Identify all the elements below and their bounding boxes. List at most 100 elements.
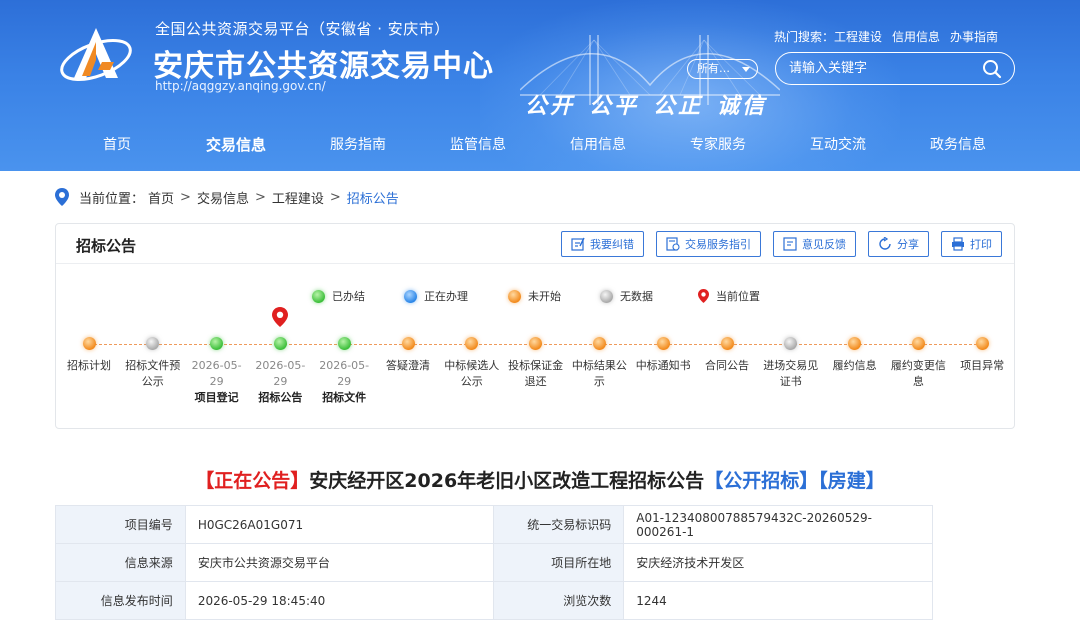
legend-processing: 正在办理 — [404, 288, 508, 304]
legend-done-label: 已办结 — [332, 290, 365, 303]
pending-dot-icon — [848, 337, 862, 350]
table-row: 信息发布时间 2026-05-29 18:45:40 浏览次数 1244 — [55, 581, 933, 620]
search-icon[interactable] — [982, 59, 1002, 79]
step-label: 履约变更信息 — [890, 359, 946, 388]
nav-item-service-guide[interactable]: 服务指南 — [330, 134, 386, 154]
timeline-step[interactable]: 履约信息 — [825, 337, 885, 374]
timeline-step[interactable]: 中标候选人公示 — [442, 337, 502, 390]
step-label: 招标计划 — [67, 359, 111, 372]
panel-header: 招标公告 我要纠错 交易服务指引 意见反馈 分享 打印 — [56, 224, 1014, 264]
step-label: 招标文件 — [322, 391, 367, 404]
nav-item-home[interactable]: 首页 — [103, 134, 131, 154]
edit-icon — [571, 237, 585, 251]
trade-id-value: A01-12340800788579432C-20260529-000261-1 — [623, 505, 933, 544]
print-label: 打印 — [970, 238, 992, 251]
nodata-dot-icon — [784, 337, 798, 350]
breadcrumb: 当前位置： 首页 > 交易信息 > 工程建设 > 招标公告 — [55, 188, 399, 207]
legend-pending-label: 未开始 — [528, 290, 561, 303]
step-label: 中标结果公示 — [571, 359, 627, 388]
done-dot-icon — [273, 337, 287, 350]
timeline-step[interactable]: 2026-05-29 项目登记 — [187, 337, 247, 406]
breadcrumb-engineering[interactable]: 工程建设 — [272, 188, 324, 207]
step-label: 合同公告 — [705, 359, 749, 372]
pending-dot-icon — [656, 337, 670, 350]
pending-dot-icon — [82, 337, 96, 350]
done-dot-icon — [210, 337, 224, 350]
timeline-step[interactable]: 投标保证金退还 — [506, 337, 566, 390]
notice-method-tag: 【公开招标】 — [704, 470, 819, 492]
breadcrumb-separator: > — [180, 189, 191, 205]
hot-search-link-2[interactable]: 信用信息 — [892, 30, 940, 44]
pending-dot-icon — [465, 337, 479, 350]
step-label: 中标通知书 — [635, 359, 691, 372]
notice-status: 【正在公告】 — [195, 470, 310, 492]
trade-id-label: 统一交易标识码 — [493, 505, 625, 544]
nav-item-government[interactable]: 政务信息 — [930, 134, 986, 154]
breadcrumb-label: 当前位置： — [79, 191, 145, 207]
timeline-step[interactable]: 招标计划 — [59, 337, 119, 374]
site-logo[interactable] — [58, 22, 138, 88]
step-date: 2026-05-29 — [255, 359, 306, 388]
step-label: 项目异常 — [960, 359, 1005, 372]
timeline-step[interactable]: 项目异常 — [952, 337, 1012, 374]
breadcrumb-trade-info[interactable]: 交易信息 — [197, 188, 249, 207]
notice-title: 【正在公告】安庆经开区2026年老旧小区改造工程招标公告【公开招标】【房建】 — [0, 466, 1080, 493]
publish-time-label: 信息发布时间 — [55, 581, 186, 620]
main-nav: 首页 交易信息 服务指南 监管信息 信用信息 专家服务 互动交流 政务信息 — [0, 126, 1080, 156]
process-timeline: 招标计划 招标文件预公示 2026-05-29 项目登记 2026-05-29 招标公告 2… — [56, 307, 1014, 412]
info-source-label: 信息来源 — [55, 543, 186, 582]
timeline-step[interactable]: 履约变更信息 — [888, 337, 948, 390]
report-error-button[interactable]: 我要纠错 — [561, 231, 644, 257]
location-pin-icon — [55, 188, 69, 206]
share-button[interactable]: 分享 — [868, 231, 929, 257]
timeline-step[interactable]: 招标文件预公示 — [123, 337, 183, 390]
nav-item-trade-info[interactable]: 交易信息 — [206, 134, 266, 155]
feedback-button[interactable]: 意见反馈 — [773, 231, 856, 257]
current-location-icon — [272, 307, 289, 327]
timeline-step[interactable]: 中标通知书 — [633, 337, 693, 374]
site-url: http://aqggzy.anqing.gov.cn/ — [155, 79, 326, 93]
guide-document-icon — [666, 237, 680, 251]
slogan-4: 诚信 — [717, 94, 768, 119]
search-scope-select[interactable]: 所有… — [687, 59, 758, 79]
search-placeholder: 请输入关键字 — [789, 61, 868, 76]
breadcrumb-home[interactable]: 首页 — [148, 188, 174, 207]
legend-current: 当前位置 — [698, 288, 760, 304]
hot-search-link-1[interactable]: 工程建设 — [834, 30, 882, 44]
nav-item-supervision[interactable]: 监管信息 — [450, 134, 506, 154]
breadcrumb-separator: > — [329, 189, 341, 205]
timeline-step[interactable]: 答疑澄清 — [378, 337, 438, 374]
breadcrumb-current[interactable]: 招标公告 — [347, 188, 399, 207]
search-input[interactable]: 请输入关键字 — [775, 52, 1015, 85]
hot-search: 热门搜索：工程建设 信用信息 办事指南 — [774, 28, 1008, 45]
timeline-step[interactable]: 2026-05-29 招标公告 — [250, 307, 310, 406]
processing-dot-icon — [404, 289, 417, 303]
feedback-icon — [783, 237, 797, 251]
status-legend: 已办结 正在办理 未开始 无数据 当前位置 — [312, 288, 760, 304]
timeline-step[interactable]: 2026-05-29 招标文件 — [314, 337, 374, 406]
share-label: 分享 — [897, 238, 919, 251]
printer-icon — [952, 237, 964, 251]
breadcrumb-separator: > — [254, 189, 266, 205]
nav-item-credit[interactable]: 信用信息 — [570, 134, 626, 154]
timeline-step[interactable]: 合同公告 — [697, 337, 757, 374]
pending-dot-icon — [720, 337, 734, 350]
legend-pending: 未开始 — [508, 288, 600, 304]
service-guide-button[interactable]: 交易服务指引 — [656, 231, 761, 257]
progress-panel: 招标公告 我要纠错 交易服务指引 意见反馈 分享 打印 已办结 正在办理 未开始… — [55, 223, 1015, 429]
hot-search-link-3[interactable]: 办事指南 — [950, 30, 998, 44]
panel-title: 招标公告 — [76, 237, 137, 255]
feedback-label: 意见反馈 — [802, 238, 846, 251]
nav-item-experts[interactable]: 专家服务 — [690, 134, 746, 154]
timeline-step[interactable]: 中标结果公示 — [569, 337, 629, 390]
view-count-value: 1244 — [623, 581, 933, 620]
pending-dot-icon — [529, 337, 543, 350]
current-location-icon — [698, 289, 709, 303]
pending-dot-icon — [975, 337, 989, 350]
nav-item-interaction[interactable]: 互动交流 — [810, 134, 866, 154]
print-button[interactable]: 打印 — [941, 231, 1002, 257]
step-label: 项目登记 — [194, 391, 239, 404]
legend-current-label: 当前位置 — [716, 290, 760, 303]
step-label: 中标候选人公示 — [444, 359, 500, 388]
timeline-step[interactable]: 进场交易见证书 — [761, 337, 821, 390]
